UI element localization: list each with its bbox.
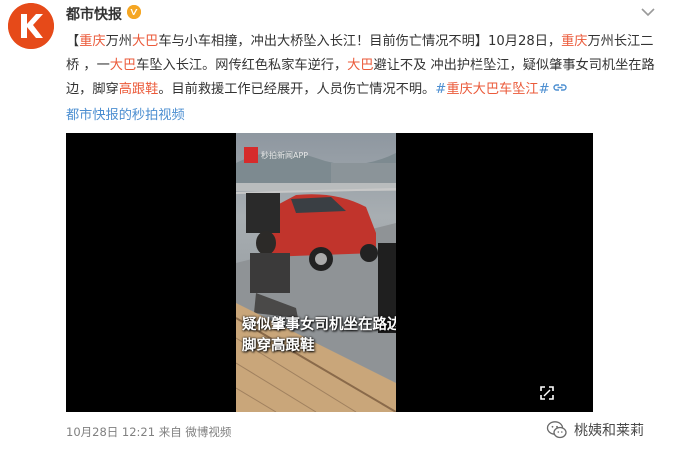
keyword-highlight: 重庆 — [79, 34, 106, 49]
link-icon[interactable] — [553, 82, 567, 94]
keyword-highlight: 大巴 — [109, 58, 137, 73]
post-segment: 【 — [66, 34, 80, 49]
chevron-down-icon[interactable] — [640, 6, 656, 18]
video-watermark: 秒拍新闻APP — [244, 147, 308, 163]
video-player[interactable]: 秒拍新闻APP 疑似肇事女司机坐在路边 脚穿高跟鞋 — [66, 133, 593, 412]
account-name[interactable]: 都市快报 — [66, 4, 122, 24]
post-timestamp-source: 10月28日 12:21 来自 微博视频 — [66, 425, 232, 439]
post-text: 【重庆万州大巴车与小车相撞，冲出大桥坠入长江！目前伤亡情况不明】10月28日，重… — [66, 30, 662, 102]
post-segment: 车与小车相撞，冲出大桥坠入长江！目前伤亡情况不明】10月28日， — [158, 34, 562, 49]
video-caption-line1: 疑似肇事女司机坐在路边 — [242, 317, 396, 333]
wechat-signature: 桃姨和莱莉 — [546, 418, 666, 442]
verified-v-icon — [127, 5, 141, 19]
miaopai-logo — [244, 147, 258, 163]
signature-text: 桃姨和莱莉 — [574, 423, 644, 439]
hashtag-text: 重庆大巴车坠江 — [446, 82, 539, 97]
hashtag-link[interactable]: #重庆大巴车坠江# — [435, 82, 549, 97]
post-segment: 车坠入长江。网传红色私家车逆行， — [136, 58, 348, 73]
keyword-highlight: 大巴 — [347, 58, 374, 73]
avatar[interactable] — [8, 3, 54, 49]
video-frame: 秒拍新闻APP 疑似肇事女司机坐在路边 脚穿高跟鞋 — [236, 133, 396, 412]
k-logo-icon — [8, 3, 54, 49]
watermark-text: 秒拍新闻APP — [261, 150, 309, 160]
fullscreen-icon[interactable] — [539, 385, 555, 401]
post-segment: 万州 — [105, 34, 132, 49]
wechat-icon — [546, 421, 567, 439]
keyword-highlight: 大巴 — [131, 34, 159, 49]
video-caption-line2: 脚穿高跟鞋 — [242, 338, 315, 354]
keyword-highlight: 高跟鞋 — [118, 82, 159, 97]
keyword-highlight: 重庆 — [561, 34, 588, 49]
video-link[interactable]: 都市快报的秒拍视频 — [66, 104, 185, 123]
post-segment: 。目前救援工作已经展开，人员伤亡情况不明。 — [158, 82, 436, 97]
hashtag-mark: # — [538, 82, 550, 97]
hashtag-mark: # — [435, 82, 447, 97]
